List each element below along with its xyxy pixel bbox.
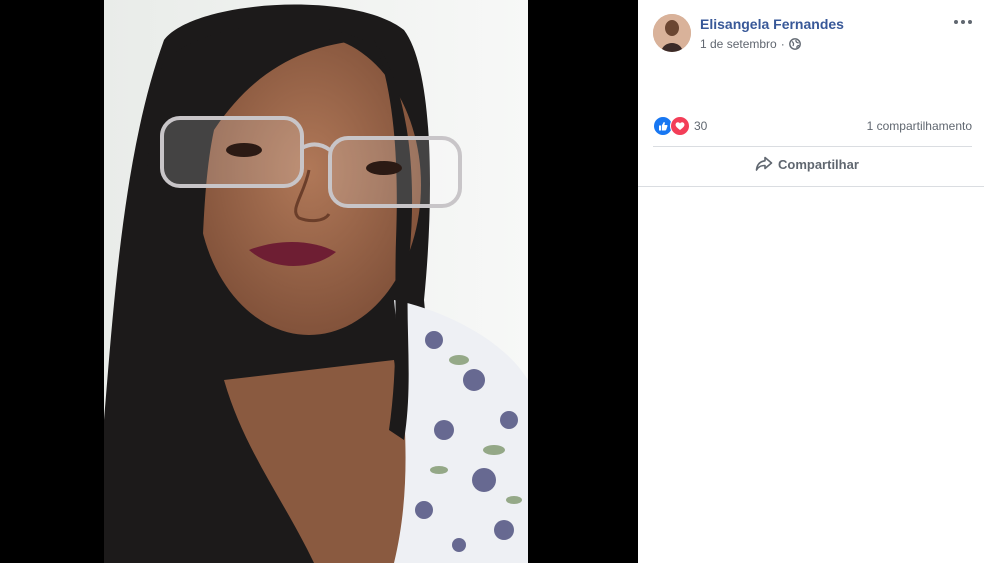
- post-header: Elisangela Fernandes 1 de setembro ·: [653, 14, 844, 52]
- reactions-bar: 30 1 compartilhamento: [653, 116, 972, 136]
- share-count-link[interactable]: 1 compartilhamento: [867, 119, 972, 133]
- divider: [653, 146, 972, 147]
- love-icon: [670, 116, 690, 136]
- avatar[interactable]: [653, 14, 691, 52]
- post-photo[interactable]: [104, 0, 528, 563]
- ellipsis-icon[interactable]: [954, 14, 972, 30]
- photo-viewer: [0, 0, 638, 563]
- divider: [638, 186, 984, 187]
- share-button-label: Compartilhar: [778, 156, 859, 172]
- post-dateline: 1 de setembro ·: [700, 37, 844, 51]
- share-arrow-icon: [755, 156, 773, 171]
- post-sidebar: Elisangela Fernandes 1 de setembro · 30 …: [638, 0, 984, 563]
- globe-icon: [788, 38, 801, 50]
- reaction-count: 30: [694, 119, 708, 133]
- post-date[interactable]: 1 de setembro: [700, 37, 777, 51]
- share-button[interactable]: Compartilhar: [755, 156, 859, 172]
- separator-dot: ·: [780, 37, 785, 51]
- reaction-summary[interactable]: 30: [653, 116, 707, 136]
- author-name-link[interactable]: Elisangela Fernandes: [700, 15, 844, 33]
